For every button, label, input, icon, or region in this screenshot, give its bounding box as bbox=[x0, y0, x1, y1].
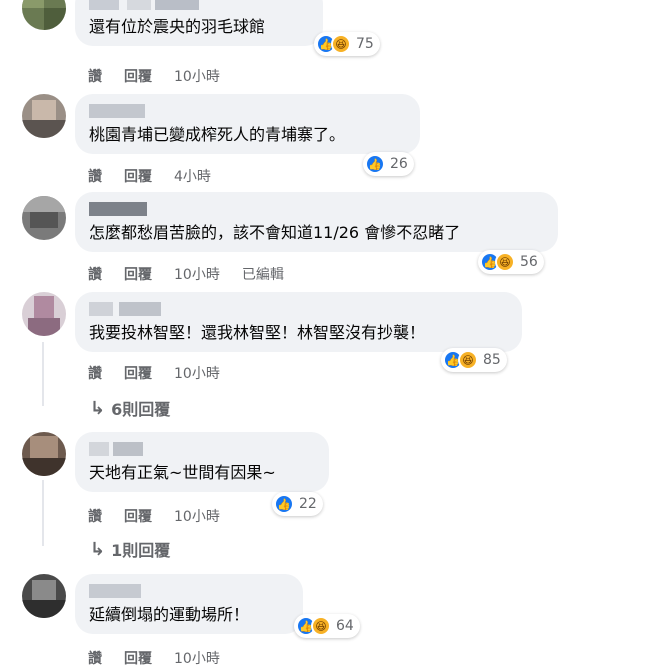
reply-button[interactable]: 回覆 bbox=[124, 264, 152, 284]
timestamp[interactable]: 10小時 bbox=[174, 264, 220, 284]
comment: 怎麼都愁眉苦臉的，該不會知道11/26 會慘不忍睹了 👍 😆 56 讚 回覆 1… bbox=[0, 192, 656, 292]
reaction-summary[interactable]: 👍 😆 85 bbox=[441, 348, 507, 372]
comment-bubble: 延續倒塌的運動場所！ bbox=[75, 574, 303, 634]
reaction-summary[interactable]: 👍 😆 56 bbox=[478, 250, 544, 274]
view-replies-link[interactable]: ↳ 1則回覆 bbox=[90, 537, 170, 561]
avatar[interactable] bbox=[22, 0, 66, 30]
avatar[interactable] bbox=[22, 574, 66, 618]
comment: 我要投林智堅！還我林智堅！林智堅沒有抄襲！ 👍 😆 85 讚 回覆 10小時 bbox=[0, 292, 656, 392]
like-button[interactable]: 讚 bbox=[88, 66, 102, 86]
comment-actions: 讚 回覆 10小時 已編輯 bbox=[88, 264, 284, 284]
author-name-blurred[interactable] bbox=[89, 584, 141, 598]
timestamp[interactable]: 10小時 bbox=[174, 363, 220, 383]
reply-button[interactable]: 回覆 bbox=[124, 166, 152, 186]
comment-text: 天地有正氣~世間有因果~ bbox=[89, 463, 276, 482]
reaction-summary[interactable]: 👍 22 bbox=[272, 492, 323, 516]
comment: 天地有正氣~世間有因果~ 👍 22 讚 回覆 10小時 bbox=[0, 432, 656, 532]
thumbs-up-icon: 👍 bbox=[365, 154, 385, 174]
timestamp[interactable]: 10小時 bbox=[174, 506, 220, 526]
avatar[interactable] bbox=[22, 432, 66, 476]
comment: 延續倒塌的運動場所！ 👍 😆 64 讚 回覆 10小時 bbox=[0, 574, 656, 671]
like-button[interactable]: 讚 bbox=[88, 166, 102, 186]
timestamp[interactable]: 10小時 bbox=[174, 648, 220, 668]
laughing-face-icon: 😆 bbox=[331, 34, 351, 54]
reply-button[interactable]: 回覆 bbox=[124, 363, 152, 383]
reply-button[interactable]: 回覆 bbox=[124, 506, 152, 526]
timestamp[interactable]: 4小時 bbox=[174, 166, 211, 186]
comment-actions: 讚 回覆 10小時 bbox=[88, 363, 220, 383]
reply-button[interactable]: 回覆 bbox=[124, 648, 152, 668]
comment-text: 還有位於震央的羽毛球館 bbox=[89, 17, 266, 36]
author-name-blurred[interactable] bbox=[89, 202, 147, 216]
comment: 桃園青埔已變成榨死人的青埔寨了。 👍 26 讚 回覆 4小時 bbox=[0, 94, 656, 194]
comment-bubble: 天地有正氣~世間有因果~ bbox=[75, 432, 329, 492]
laughing-face-icon: 😆 bbox=[458, 350, 478, 370]
author-name-blurred[interactable] bbox=[89, 104, 145, 118]
reply-arrow-icon: ↳ bbox=[90, 397, 106, 419]
laughing-face-icon: 😆 bbox=[495, 252, 515, 272]
reaction-count: 26 bbox=[390, 156, 408, 172]
reaction-count: 64 bbox=[336, 618, 354, 634]
avatar[interactable] bbox=[22, 196, 66, 240]
reaction-summary[interactable]: 👍 😆 75 bbox=[314, 32, 380, 56]
comment-text: 我要投林智堅！還我林智堅！林智堅沒有抄襲！ bbox=[89, 323, 426, 342]
like-button[interactable]: 讚 bbox=[88, 506, 102, 526]
like-button[interactable]: 讚 bbox=[88, 363, 102, 383]
reaction-count: 22 bbox=[299, 496, 317, 512]
reaction-count: 85 bbox=[483, 352, 501, 368]
thumbs-up-icon: 👍 bbox=[274, 494, 294, 514]
comment-text: 桃園青埔已變成榨死人的青埔寨了。 bbox=[89, 125, 346, 144]
comment-actions: 讚 回覆 10小時 bbox=[88, 648, 220, 668]
edited-label[interactable]: 已編輯 bbox=[242, 264, 284, 284]
comment-actions: 讚 回覆 4小時 bbox=[88, 166, 211, 186]
comment-bubble: 還有位於震央的羽毛球館 bbox=[75, 0, 323, 46]
timestamp[interactable]: 10小時 bbox=[174, 66, 220, 86]
author-name-blurred[interactable] bbox=[89, 302, 161, 316]
laughing-face-icon: 😆 bbox=[311, 616, 331, 636]
like-button[interactable]: 讚 bbox=[88, 264, 102, 284]
comment-actions: 讚 回覆 10小時 bbox=[88, 506, 220, 526]
replies-count-label: 1則回覆 bbox=[111, 541, 171, 560]
reaction-summary[interactable]: 👍 😆 64 bbox=[294, 614, 360, 638]
reaction-summary[interactable]: 👍 26 bbox=[363, 152, 414, 176]
comment-bubble: 桃園青埔已變成榨死人的青埔寨了。 bbox=[75, 94, 420, 154]
comment-text: 怎麼都愁眉苦臉的，該不會知道11/26 會慘不忍睹了 bbox=[89, 223, 461, 242]
comment-bubble: 怎麼都愁眉苦臉的，該不會知道11/26 會慘不忍睹了 bbox=[75, 192, 558, 252]
avatar[interactable] bbox=[22, 292, 66, 336]
reply-arrow-icon: ↳ bbox=[90, 538, 106, 560]
reaction-count: 56 bbox=[520, 254, 538, 270]
replies-count-label: 6則回覆 bbox=[111, 400, 171, 419]
comment-bubble: 我要投林智堅！還我林智堅！林智堅沒有抄襲！ bbox=[75, 292, 522, 352]
comment: 還有位於震央的羽毛球館 👍 😆 75 讚 回覆 10小時 bbox=[0, 0, 656, 86]
author-name-blurred[interactable] bbox=[89, 442, 143, 456]
like-button[interactable]: 讚 bbox=[88, 648, 102, 668]
view-replies-link[interactable]: ↳ 6則回覆 bbox=[90, 396, 170, 420]
reply-button[interactable]: 回覆 bbox=[124, 66, 152, 86]
author-name-blurred[interactable] bbox=[89, 0, 199, 10]
avatar[interactable] bbox=[22, 94, 66, 138]
reaction-count: 75 bbox=[356, 36, 374, 52]
comment-text: 延續倒塌的運動場所！ bbox=[89, 605, 250, 624]
comment-actions: 讚 回覆 10小時 bbox=[88, 66, 220, 86]
